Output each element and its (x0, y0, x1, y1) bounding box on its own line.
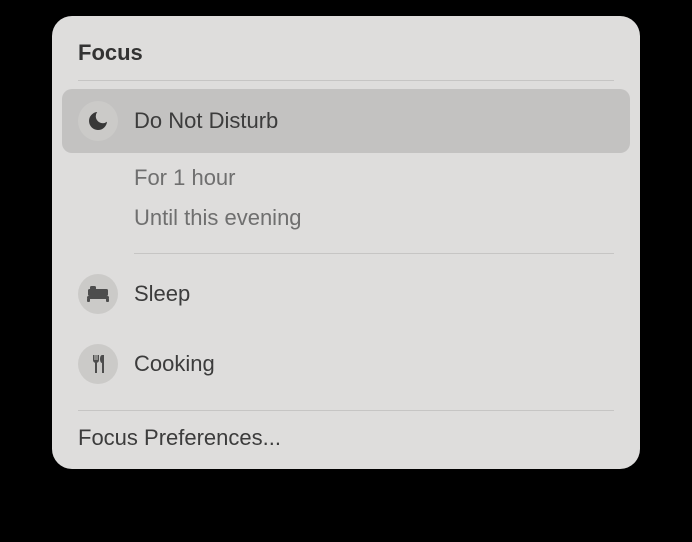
focus-mode-label: Do Not Disturb (134, 108, 278, 134)
focus-mode-sleep[interactable]: Sleep (62, 264, 630, 324)
focus-mode-label: Sleep (134, 281, 190, 307)
utensils-icon (78, 344, 118, 384)
bed-icon (78, 274, 118, 314)
dnd-option-1hour[interactable]: For 1 hour (124, 159, 640, 199)
focus-mode-cooking[interactable]: Cooking (62, 334, 630, 394)
focus-panel: Focus Do Not Disturb For 1 hour Until th… (52, 16, 640, 469)
focus-preferences-link[interactable]: Focus Preferences... (52, 411, 640, 451)
focus-mode-label: Cooking (134, 351, 215, 377)
focus-mode-dnd[interactable]: Do Not Disturb (62, 89, 630, 153)
moon-icon (78, 101, 118, 141)
divider (78, 80, 614, 81)
dnd-option-evening[interactable]: Until this evening (124, 199, 640, 239)
divider (134, 253, 614, 254)
panel-title: Focus (52, 40, 640, 80)
dnd-sub-options: For 1 hour Until this evening (52, 153, 640, 253)
